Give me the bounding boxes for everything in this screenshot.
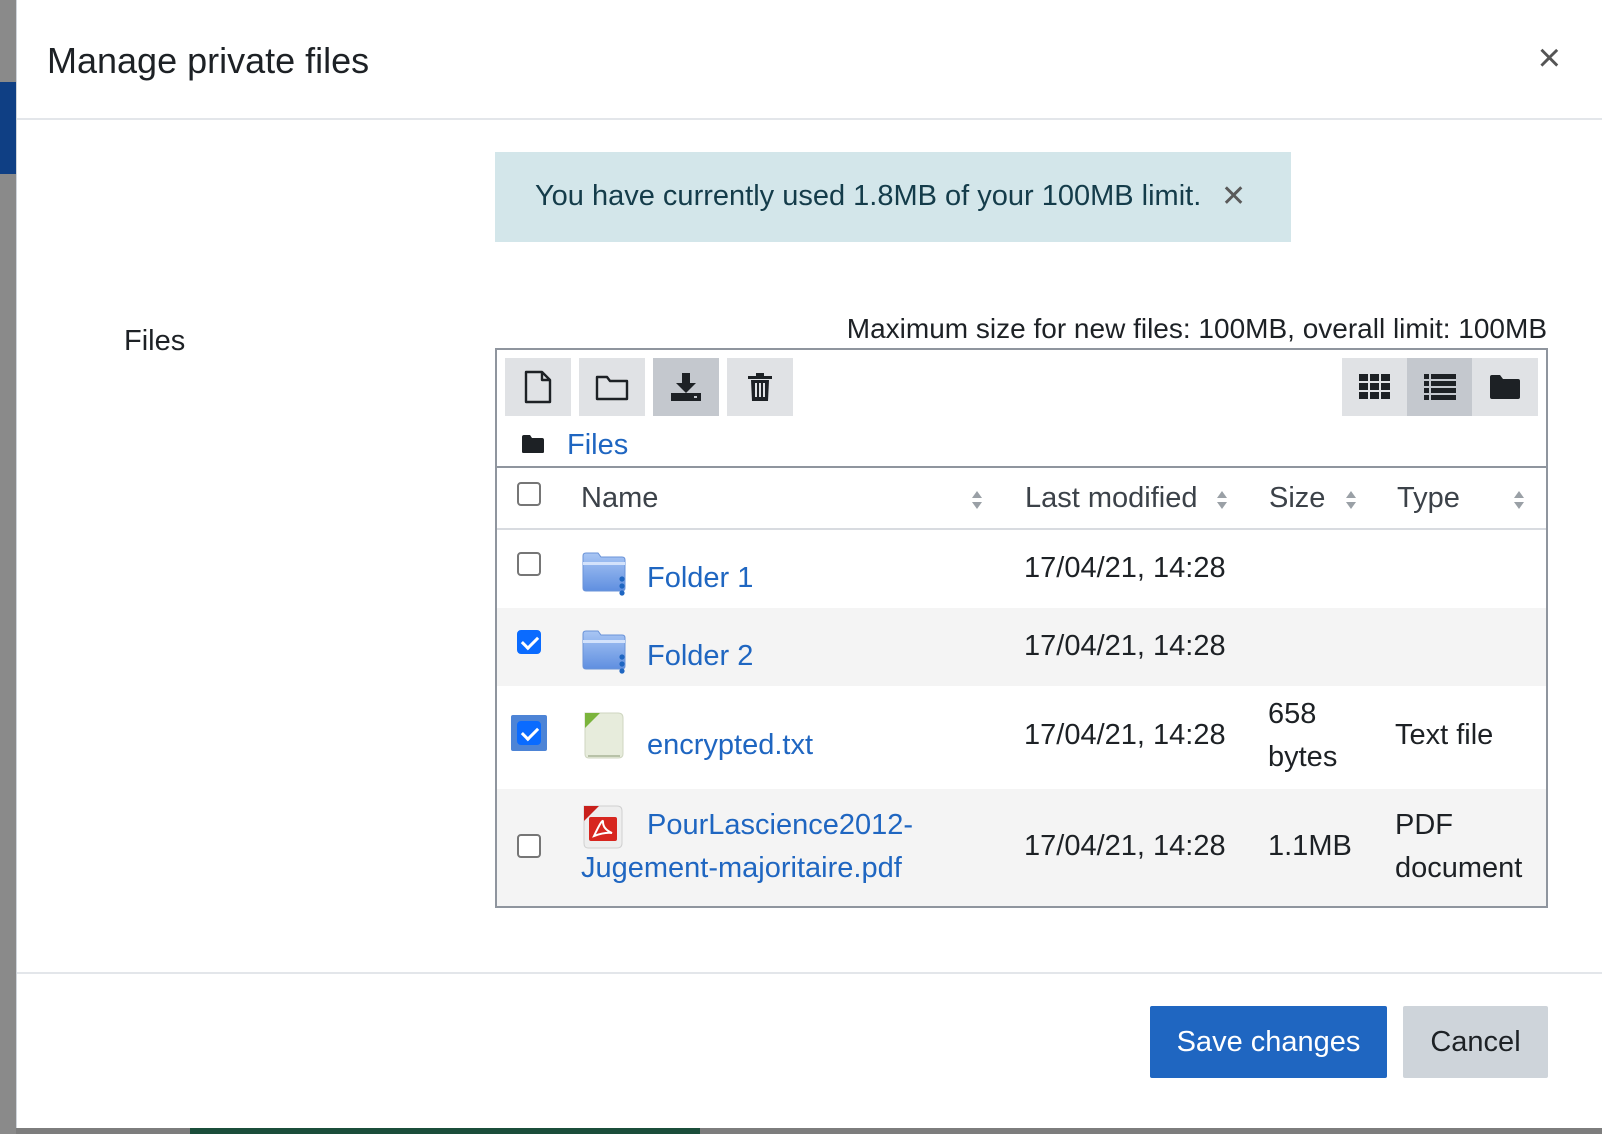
last-modified: 17/04/21, 14:28 [1024,719,1226,751]
file-name-link[interactable]: Folder 2 [647,635,753,678]
last-modified: 17/04/21, 14:28 [1024,830,1226,862]
file-size: 658 bytes [1268,698,1338,773]
last-modified: 17/04/21, 14:28 [1024,630,1226,662]
backdrop-footer-bar [190,1128,700,1134]
table-header: Name Last modified Size Type [497,468,1546,530]
file-icon [524,370,552,404]
file-size-limits: Maximum size for new files: 100MB, overa… [846,313,1547,344]
trash-icon [748,373,772,401]
sort-icon [1346,491,1356,509]
row-checkbox[interactable] [517,721,541,745]
column-header-name[interactable]: Name [581,482,658,515]
view-switcher [1342,358,1538,416]
table-row[interactable]: PourLascience2012-Jugement-majoritaire.p… [497,789,1546,906]
column-header-last-modified[interactable]: Last modified [1025,482,1198,515]
folder-icon [595,375,629,401]
folder-icon [522,435,544,453]
sort-icon [972,491,982,509]
cancel-button[interactable]: Cancel [1403,1006,1548,1078]
manage-files-dialog: Manage private files × You have currentl… [16,0,1602,1128]
page-backdrop [0,0,16,1134]
row-checkbox[interactable] [517,630,541,654]
files-field-label: Files [124,325,186,357]
grid-icon [1358,374,1390,399]
sort-icon [1514,491,1524,509]
dialog-header: Manage private files × [17,0,1602,120]
add-file-button[interactable] [505,358,571,416]
dialog-title: Manage private files [47,40,370,81]
sort-icon [1217,491,1227,509]
download-icon [671,373,701,401]
text-file-icon [584,712,624,759]
table-row[interactable]: Folder 1 17/04/21, 14:28 [497,530,1546,608]
close-icon[interactable]: × [1538,38,1561,78]
row-checkbox[interactable] [517,552,541,576]
download-button[interactable] [653,358,719,416]
save-changes-button[interactable]: Save changes [1150,1006,1387,1078]
delete-button[interactable] [727,358,793,416]
column-header-type[interactable]: Type [1397,482,1460,515]
file-type: Text file [1395,719,1494,751]
folder-tree-icon [1489,375,1520,399]
file-name-link[interactable]: Folder 1 [647,557,753,600]
list-icon [1423,374,1456,400]
select-all-checkbox[interactable] [517,482,541,506]
table-row[interactable]: encrypted.txt 17/04/21, 14:28 658 bytes … [497,686,1546,789]
file-size: 1.1MB [1268,830,1352,862]
usage-alert: You have currently used 1.8MB of your 10… [495,152,1291,242]
backdrop-nav-highlight [0,82,16,174]
usage-alert-text: You have currently used 1.8MB of your 10… [535,180,1202,212]
dialog-footer: Save changes Cancel [17,972,1602,1128]
file-name-link[interactable]: PourLascience2012-Jugement-majoritaire.p… [581,804,971,890]
close-icon[interactable]: ✕ [1221,182,1246,212]
breadcrumb-files-link[interactable]: Files [567,429,628,462]
view-icons-button[interactable] [1342,358,1407,416]
table-row[interactable]: Folder 2 17/04/21, 14:28 [497,608,1546,686]
view-tree-button[interactable] [1472,358,1537,416]
file-name-link[interactable]: encrypted.txt [647,724,813,767]
row-checkbox[interactable] [517,834,541,858]
folder-icon [582,552,626,596]
breadcrumb: Files [497,418,1546,468]
folder-icon [582,630,626,674]
file-type: PDF document [1395,809,1523,884]
column-header-size[interactable]: Size [1269,482,1325,515]
last-modified: 17/04/21, 14:28 [1024,552,1226,584]
view-details-button[interactable] [1407,358,1472,416]
file-manager: Files Name Last modified Size Type Folde… [495,348,1548,908]
create-folder-button[interactable] [579,358,645,416]
